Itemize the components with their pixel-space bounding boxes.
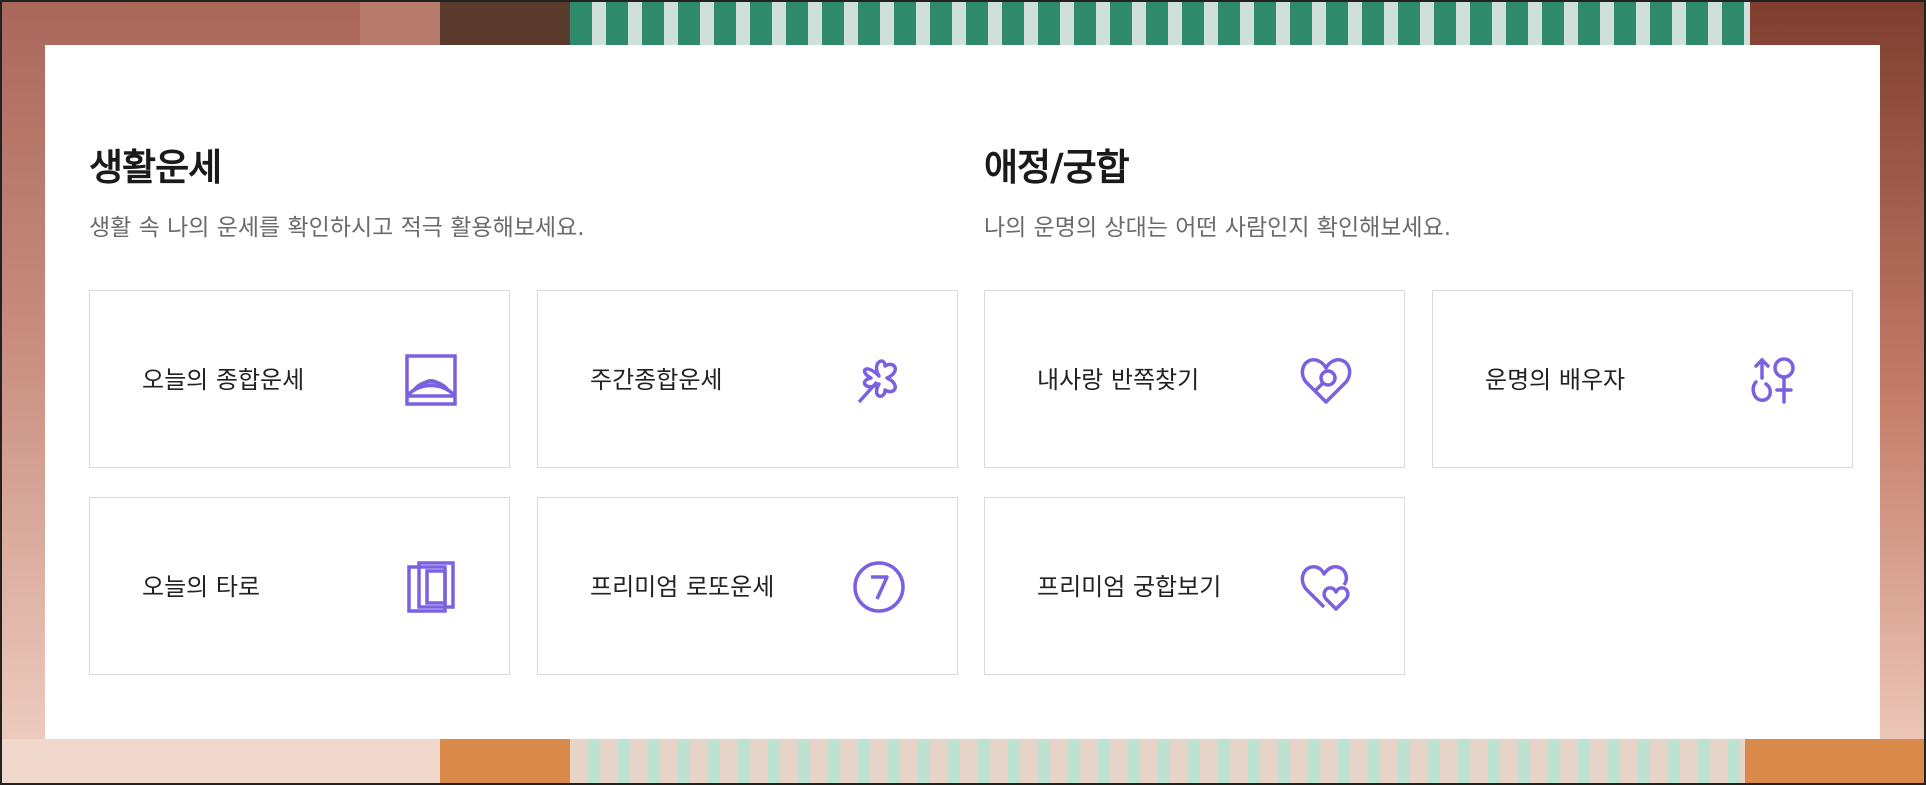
tarot-cards-icon xyxy=(403,559,459,615)
card-premium-lotto[interactable]: 프리미엄 로또운세 xyxy=(537,497,958,675)
card-find-soulmate[interactable]: 내사랑 반쪽찾기 xyxy=(984,290,1405,468)
section-title: 애정/궁합 xyxy=(984,146,1130,189)
section-subtitle: 생활 속 나의 운세를 확인하시고 적극 활용해보세요. xyxy=(89,215,585,241)
card-label: 오늘의 종합운세 xyxy=(142,366,305,394)
card-weekly-fortune[interactable]: 주간종합운세 xyxy=(537,290,958,468)
card-premium-compatibility[interactable]: 프리미엄 궁합보기 xyxy=(984,497,1405,675)
section-title: 생활운세 xyxy=(89,146,222,189)
lucky-seven-icon xyxy=(851,559,907,615)
heart-search-icon xyxy=(1298,352,1354,408)
sunrise-icon xyxy=(403,352,459,408)
card-label: 주간종합운세 xyxy=(590,366,723,394)
clover-icon xyxy=(851,352,907,408)
card-destined-spouse[interactable]: 운명의 배우자 xyxy=(1432,290,1853,468)
card-label: 프리미엄 로또운세 xyxy=(590,573,775,601)
card-label: 내사랑 반쪽찾기 xyxy=(1037,366,1200,394)
fortune-menu-panel: 생활운세 생활 속 나의 운세를 확인하시고 적극 활용해보세요. 오늘의 종합… xyxy=(45,45,1880,739)
card-today-tarot[interactable]: 오늘의 타로 xyxy=(89,497,510,675)
card-today-fortune[interactable]: 오늘의 종합운세 xyxy=(89,290,510,468)
card-label: 운명의 배우자 xyxy=(1485,366,1626,394)
section-subtitle: 나의 운명의 상대는 어떤 사람인지 확인해보세요. xyxy=(984,215,1452,241)
double-heart-icon xyxy=(1298,559,1354,615)
card-label: 프리미엄 궁합보기 xyxy=(1037,573,1222,601)
gender-symbols-icon xyxy=(1746,352,1802,408)
card-label: 오늘의 타로 xyxy=(142,573,261,601)
